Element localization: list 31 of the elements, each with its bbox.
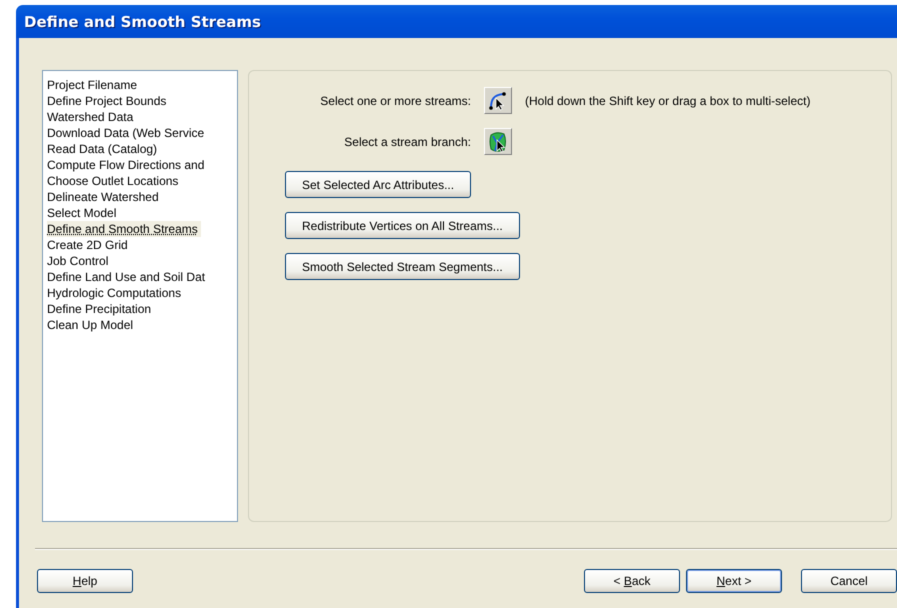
step-item[interactable]: Delineate Watershed bbox=[47, 189, 162, 205]
step-item[interactable]: Define Project Bounds bbox=[47, 93, 170, 109]
tool-label: Select one or more streams: bbox=[320, 94, 471, 108]
next-button[interactable]: Next > bbox=[686, 569, 782, 593]
step-item[interactable]: Define Land Use and Soil Dat bbox=[47, 269, 208, 285]
curve-cursor-icon bbox=[488, 90, 508, 110]
action-button[interactable]: Set Selected Arc Attributes... bbox=[285, 171, 472, 198]
step-item[interactable]: Hydrologic Computations bbox=[47, 285, 184, 301]
step-item[interactable]: Clean Up Model bbox=[47, 317, 136, 333]
step-item[interactable]: Job Control bbox=[47, 253, 112, 269]
step-item[interactable]: Select Model bbox=[47, 205, 120, 221]
step-item[interactable]: Define and Smooth Streams bbox=[47, 221, 201, 237]
action-button[interactable]: Smooth Selected Stream Segments... bbox=[285, 253, 520, 280]
step-item[interactable]: Compute Flow Directions and bbox=[47, 157, 208, 173]
step-item[interactable]: Define Precipitation bbox=[47, 301, 154, 317]
step-item[interactable]: Choose Outlet Locations bbox=[47, 173, 182, 189]
select-tool-button[interactable] bbox=[484, 128, 512, 155]
window-title: Define and Smooth Streams bbox=[24, 12, 261, 30]
back-button[interactable]: < Back bbox=[584, 569, 680, 593]
action-button[interactable]: Redistribute Vertices on All Streams... bbox=[285, 212, 520, 239]
select-tool-button[interactable] bbox=[484, 87, 512, 114]
step-item[interactable]: Project Filename bbox=[47, 77, 140, 93]
cancel-button[interactable]: Cancel bbox=[801, 569, 897, 593]
help-button[interactable]: Help bbox=[37, 569, 133, 593]
tool-label: Select a stream branch: bbox=[344, 134, 471, 148]
step-item[interactable]: Watershed Data bbox=[47, 109, 136, 125]
branch-cursor-icon bbox=[488, 130, 508, 152]
step-item[interactable]: Download Data (Web Service bbox=[47, 125, 208, 141]
tool-hint: (Hold down the Shift key or drag a box to multi-select) bbox=[525, 94, 812, 108]
step-item[interactable]: Create 2D Grid bbox=[47, 237, 131, 253]
step-item[interactable]: Read Data (Catalog) bbox=[47, 141, 160, 157]
